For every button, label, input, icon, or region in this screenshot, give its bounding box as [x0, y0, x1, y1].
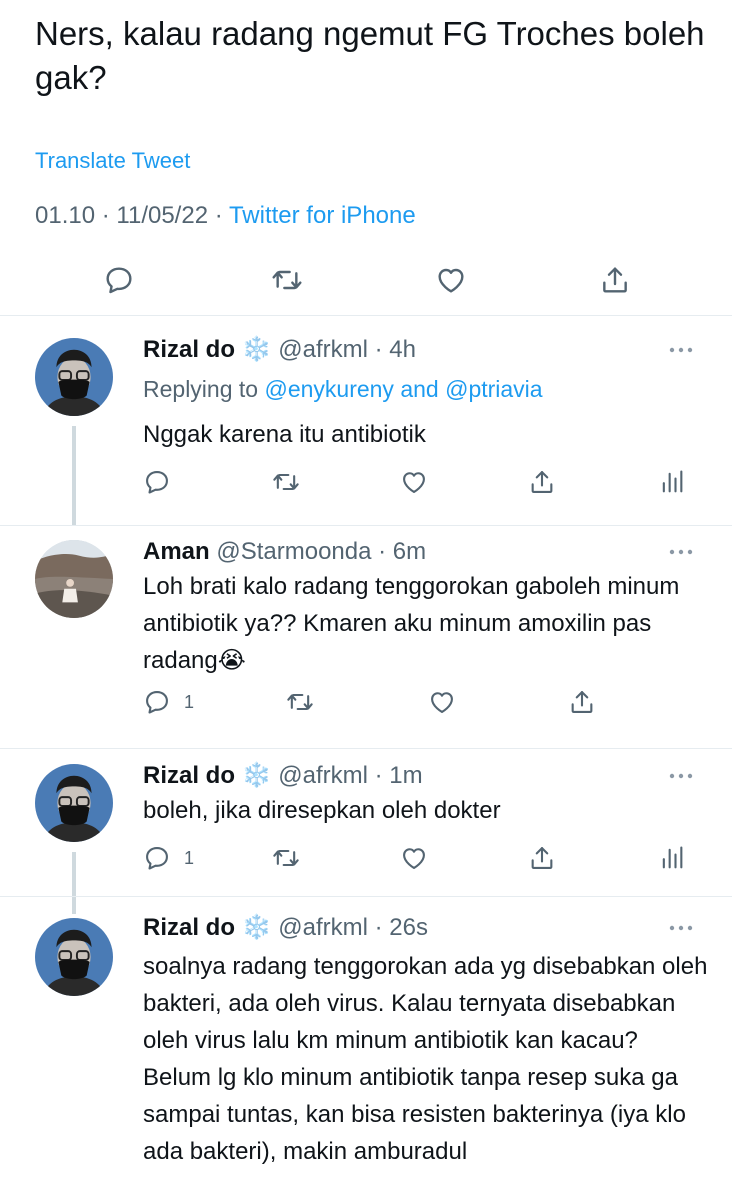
replying-to: Replying to @enykureny and @ptriavia: [143, 376, 543, 403]
share-icon[interactable]: [599, 264, 631, 296]
user-handle[interactable]: @afrkml: [278, 762, 368, 789]
user-handle[interactable]: @afrkml: [278, 914, 368, 941]
analytics-icon[interactable]: [658, 468, 686, 496]
main-tweet-actions: [0, 256, 732, 312]
meta-separator: ·: [214, 202, 229, 229]
mention-link[interactable]: @enykureny: [264, 376, 393, 402]
tweet-text: boleh, jika diresepkan oleh dokter: [143, 797, 501, 824]
like-icon[interactable]: [428, 688, 456, 716]
tweet-time: 6m: [392, 538, 427, 565]
snowflake-badge-icon: ❄️: [241, 914, 272, 941]
meta-separator: ·: [101, 202, 117, 229]
tweet-text: soalnya radang tenggorokan ada yg diseba…: [143, 953, 708, 1165]
reply-icon[interactable]: [143, 844, 171, 872]
share-icon[interactable]: [528, 468, 556, 496]
more-icon[interactable]: [668, 772, 694, 780]
display-name[interactable]: Rizal do: [143, 762, 235, 789]
retweet-icon[interactable]: [272, 844, 300, 872]
analytics-icon[interactable]: [658, 844, 686, 872]
retweet-icon[interactable]: [272, 468, 300, 496]
tweet-actions: [0, 462, 732, 502]
like-icon[interactable]: [400, 468, 428, 496]
replying-to-label: Replying to: [143, 376, 259, 402]
display-name[interactable]: Rizal do: [143, 336, 235, 363]
avatar[interactable]: [35, 540, 113, 618]
divider: [0, 315, 732, 316]
more-icon[interactable]: [668, 548, 694, 556]
tweet-time: 1m: [389, 762, 423, 789]
display-name[interactable]: Aman: [143, 538, 210, 565]
user-handle[interactable]: @Starmoonda: [216, 538, 371, 565]
avatar[interactable]: [35, 338, 113, 416]
avatar[interactable]: [35, 918, 113, 996]
tweet-header: Aman @Starmoonda · 6m: [143, 538, 427, 565]
tweet-text: Loh brati kalo radang tenggorokan gabole…: [143, 573, 680, 674]
reply-icon[interactable]: [103, 264, 135, 296]
retweet-icon[interactable]: [271, 264, 303, 296]
tweet-time: 26s: [389, 914, 428, 941]
divider: [0, 896, 732, 897]
like-icon[interactable]: [435, 264, 467, 296]
tweet-header: Rizal do ❄️ @afrkml · 26s: [143, 914, 428, 941]
mention-and: and: [400, 376, 439, 402]
divider: [0, 525, 732, 526]
avatar[interactable]: [35, 764, 113, 842]
tweet-time: 4h: [389, 336, 416, 363]
snowflake-badge-icon: ❄️: [241, 762, 272, 789]
tweet-header: Rizal do ❄️ @afrkml · 4h: [143, 336, 416, 363]
more-icon[interactable]: [668, 924, 694, 932]
divider: [0, 748, 732, 749]
reply-icon[interactable]: [143, 688, 171, 716]
tweet-date: 11/05/22: [116, 202, 209, 229]
mention-link[interactable]: @ptriavia: [445, 376, 543, 402]
snowflake-badge-icon: ❄️: [241, 336, 272, 363]
like-icon[interactable]: [400, 844, 428, 872]
tweet-actions: 1: [0, 838, 732, 878]
tweet-meta: 01.10 · 11/05/22 · Twitter for iPhone: [35, 202, 416, 230]
tweet-time: 01.10: [35, 202, 96, 229]
tweet-source-link[interactable]: Twitter for iPhone: [229, 202, 416, 229]
user-handle[interactable]: @afrkml: [278, 336, 368, 363]
reply-icon[interactable]: [143, 468, 171, 496]
tweet-text: Nggak karena itu antibiotik: [143, 421, 426, 448]
display-name[interactable]: Rizal do: [143, 914, 235, 941]
share-icon[interactable]: [528, 844, 556, 872]
reply-count: 1: [184, 692, 195, 712]
tweet-header: Rizal do ❄️ @afrkml · 1m: [143, 762, 423, 789]
main-tweet-text: Ners, kalau radang ngemut FG Troches bol…: [35, 15, 705, 96]
share-icon[interactable]: [568, 688, 596, 716]
reply-count: 1: [184, 848, 195, 868]
tweet-actions: 1: [0, 682, 732, 722]
translate-tweet-link[interactable]: Translate Tweet: [35, 148, 190, 174]
retweet-icon[interactable]: [286, 688, 314, 716]
more-icon[interactable]: [668, 346, 694, 354]
